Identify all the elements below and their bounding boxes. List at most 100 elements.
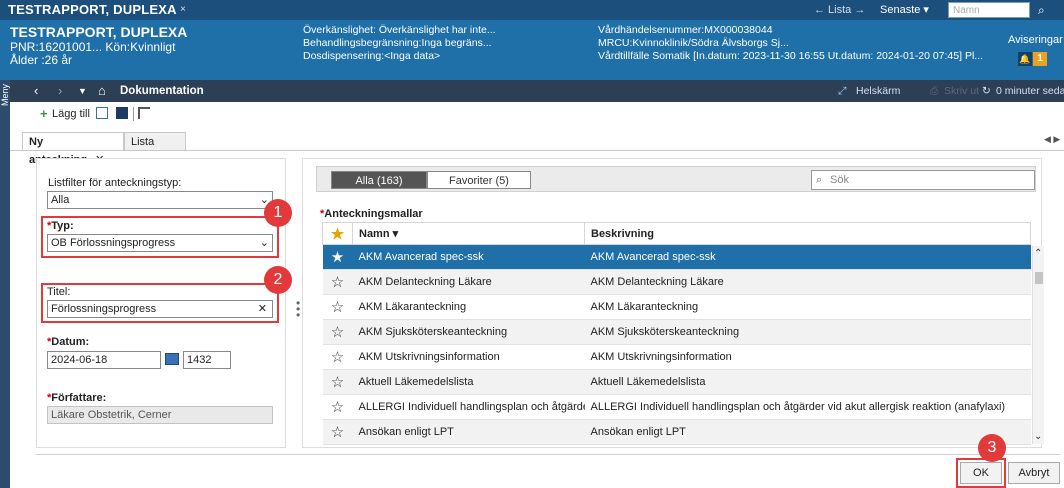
chevron-up-icon[interactable]: ⌃ [1034, 248, 1042, 259]
view-icon[interactable] [96, 107, 108, 119]
allergy-info[interactable]: Överkänslighet: Överkänslighet har inte.… [303, 24, 496, 37]
fullscreen-button[interactable]: Helskärm [856, 80, 900, 102]
add-button[interactable]: Lägg till [52, 108, 90, 120]
chevron-down-icon[interactable]: ⌄ [1034, 431, 1042, 442]
template-name: Aktuell Läkemedelslista [352, 369, 585, 395]
document-icon[interactable] [116, 107, 128, 119]
tab-scroll-arrows-icon[interactable]: ◀ ▶ [1044, 134, 1060, 145]
encounter-number: Vårdhändelsenummer:MX000038044 [598, 24, 773, 36]
refresh-icon[interactable]: ↻ [982, 80, 991, 102]
column-name[interactable]: Namn ▾ [352, 222, 585, 245]
table-row[interactable]: ☆ ALLERGI Individuell handlingsplan och … [322, 394, 1031, 420]
table-row[interactable]: ☆ AKM Utskrivningsinformation AKM Utskri… [322, 344, 1031, 370]
back-icon[interactable]: ‹ [34, 80, 38, 102]
scrollbar-thumb[interactable] [1035, 272, 1043, 284]
template-search-placeholder: Sök [830, 174, 849, 186]
printer-icon: ⎙ [930, 85, 939, 97]
menu-label[interactable]: Meny [0, 84, 10, 106]
template-name: AKM Avancerad spec-ssk [352, 244, 585, 270]
template-description: AKM Sjuksköterskeanteckning [584, 319, 1031, 345]
table-row[interactable]: ☆ Aktuell Läkemedelslista Aktuell Läkeme… [322, 369, 1031, 395]
template-description: Aktuell Läkemedelslista [584, 369, 1031, 395]
tab-favorite-templates[interactable]: Favoriter (5) [427, 171, 531, 189]
list-filter-value: Alla [51, 194, 70, 206]
recent-button[interactable]: Senaste ▾ [880, 0, 929, 20]
top-bar: TESTRAPPORT, DUPLEXA × ← Lista → Senaste… [0, 0, 1064, 20]
table-row[interactable]: ☆ AKM Läkaranteckning AKM Läkarantecknin… [322, 294, 1031, 320]
home-icon[interactable]: ⌂ [98, 80, 106, 102]
template-description: AKM Delanteckning Läkare [584, 269, 1031, 295]
ok-button[interactable]: OK [960, 462, 1002, 484]
star-icon[interactable]: ★ [322, 244, 353, 270]
name-search-input[interactable]: Namn [948, 2, 1030, 18]
plus-icon[interactable]: + [40, 106, 48, 121]
list-filter-select[interactable]: Alla ⌄ [47, 191, 273, 209]
patient-info-col1: Överkänslighet: Överkänslighet har inte.… [303, 24, 496, 63]
star-icon[interactable]: ☆ [322, 344, 353, 370]
list-nav-button[interactable]: ← Lista → [814, 0, 865, 20]
author-field: Läkare Obstetrik, Cerner [47, 406, 273, 424]
cancel-button[interactable]: Avbryt [1008, 462, 1060, 484]
fullscreen-icon[interactable]: ⤢ [838, 80, 846, 102]
star-icon[interactable]: ☆ [322, 394, 353, 420]
callout-3: 3 [978, 434, 1006, 462]
notification-count-badge: 1 [1033, 52, 1047, 66]
patient-age: Ålder :26 år [10, 53, 73, 67]
close-icon[interactable]: × [180, 0, 186, 20]
notifications-badges[interactable]: 🔔 1 [1018, 52, 1047, 66]
patient-tab-title[interactable]: TESTRAPPORT, DUPLEXA [8, 0, 177, 20]
title-input[interactable]: Förlossningsprogress ✕ [47, 300, 273, 318]
menu-strip[interactable] [0, 80, 10, 488]
template-name: AKM Delanteckning Läkare [352, 269, 585, 295]
star-icon[interactable]: ☆ [322, 319, 353, 345]
type-select[interactable]: OB Förlossningsprogress ⌄ [47, 234, 273, 252]
table-row[interactable]: ★ AKM Avancerad spec-ssk AKM Avancerad s… [322, 244, 1031, 270]
calendar-icon[interactable] [165, 353, 179, 365]
tab-new-note[interactable]: Ny anteckning✕ [22, 132, 124, 166]
template-name: AKM Läkaranteckning [352, 294, 585, 320]
forward-icon[interactable]: › [58, 80, 62, 102]
chevron-down-icon[interactable]: ▼ [78, 80, 87, 102]
dose-dispensing-info[interactable]: Dosdispensering:<Inga data> [303, 50, 496, 63]
template-description: AKM Avancerad spec-ssk [584, 244, 1031, 270]
column-description[interactable]: Beskrivning [584, 222, 1031, 245]
templates-title: *Anteckningsmallar [320, 208, 423, 220]
table-row[interactable]: ☆ AKM Delanteckning Läkare AKM Delanteck… [322, 269, 1031, 295]
date-label: *Datum: [47, 336, 90, 348]
document-tabs: Ny anteckning✕ Lista ◀ ▶ [10, 128, 1064, 166]
title-label: Titel: [47, 286, 71, 298]
bell-icon: 🔔 [1018, 52, 1032, 66]
star-icon[interactable]: ☆ [322, 269, 353, 295]
tab-list[interactable]: Lista [124, 132, 186, 150]
table-row[interactable]: ☆ AKM Sjuksköterskeanteckning AKM Sjuksk… [322, 319, 1031, 345]
template-description: Ansökan enligt LPT [584, 419, 1031, 445]
patient-pnr: PNR:16201001... Kön:Kvinnligt [10, 40, 176, 54]
template-search-input[interactable]: ⌕ Sök [811, 170, 1035, 190]
admission-info: Vårdtillfälle Somatik [In.datum: 2023-11… [598, 50, 984, 62]
star-icon[interactable]: ☆ [322, 419, 353, 445]
toolbar-divider [133, 107, 134, 121]
template-description: ALLERGI Individuell handlingsplan och åt… [584, 394, 1031, 420]
table-row[interactable]: ☆ Ansökan enligt LPT Ansökan enligt LPT [322, 419, 1031, 445]
date-input[interactable]: 2024-06-18 [47, 351, 161, 369]
template-name: ALLERGI Individuell handlingsplan och åt… [352, 394, 585, 420]
tab-divider [10, 150, 1064, 151]
list-filter-label: Listfilter för anteckningstyp: [48, 177, 182, 189]
tab-all-templates[interactable]: Alla (163) [331, 171, 427, 189]
panel-splitter[interactable]: • • • [296, 297, 300, 321]
star-icon[interactable]: ☆ [322, 369, 353, 395]
clear-icon[interactable]: ✕ [258, 301, 267, 317]
time-input[interactable]: 1432 [183, 351, 231, 369]
author-label: *Författare: [47, 392, 107, 404]
search-icon[interactable]: ⌕ [1038, 0, 1045, 20]
favorite-column-star-icon[interactable]: ★ [322, 222, 353, 245]
treatment-limits-info[interactable]: Behandlingsbegränsning:Inga begräns... [303, 37, 496, 50]
star-icon[interactable]: ☆ [322, 294, 353, 320]
refresh-status[interactable]: 0 minuter sedan [996, 80, 1064, 102]
edit-icon[interactable] [138, 107, 150, 119]
document-toolbar: + Lägg till [10, 102, 1064, 126]
page-title: Dokumentation [120, 85, 204, 97]
templates-scrollbar[interactable]: ⌃ ⌄ [1032, 246, 1044, 444]
template-name: AKM Sjuksköterskeanteckning [352, 319, 585, 345]
notifications-label[interactable]: Aviseringar [1008, 34, 1063, 46]
